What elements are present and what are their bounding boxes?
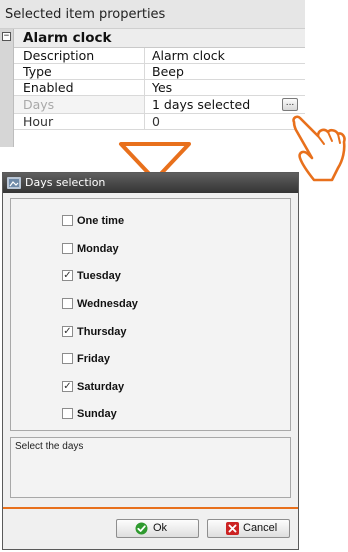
checkbox-saturday[interactable]: ✓ <box>62 381 73 392</box>
separator <box>3 507 298 509</box>
property-key: Enabled <box>23 80 74 95</box>
app-icon <box>7 177 21 189</box>
checkbox-tuesday[interactable]: ✓ <box>62 270 73 281</box>
property-grid: − Alarm clock Description Alarm clock Ty… <box>0 29 305 147</box>
option-label: Friday <box>77 353 111 365</box>
close-icon <box>226 522 239 535</box>
property-row-enabled[interactable]: Enabled Yes <box>14 80 305 96</box>
property-row-type[interactable]: Type Beep <box>14 64 305 80</box>
checkbox-sunday[interactable] <box>62 408 73 419</box>
checkbox-one-time[interactable] <box>62 215 73 226</box>
property-value[interactable]: Beep <box>144 64 184 79</box>
hint-text: Select the days <box>15 441 84 452</box>
property-row-days[interactable]: Days 1 days selected ... <box>14 96 305 114</box>
option-label: Thursday <box>77 326 127 338</box>
dialog-titlebar[interactable]: Days selection <box>3 173 298 193</box>
property-key: Days <box>14 96 144 113</box>
option-label: Wednesday <box>77 298 138 310</box>
panel-title: Selected item properties <box>0 0 305 29</box>
days-options-panel: One time Monday ✓ Tuesday Wednesday ✓ Th… <box>10 198 291 431</box>
property-value[interactable]: 0 <box>144 114 160 129</box>
property-row-hour[interactable]: Hour 0 <box>14 114 305 130</box>
property-key: Description <box>23 48 95 63</box>
option-label: Saturday <box>77 381 125 393</box>
category-row[interactable]: Alarm clock <box>14 29 305 48</box>
checkbox-wednesday[interactable] <box>62 298 73 309</box>
ok-label: Ok <box>153 522 168 534</box>
property-key: Hour <box>23 114 54 129</box>
option-label: Tuesday <box>77 270 121 282</box>
cancel-button[interactable]: Cancel <box>207 519 290 538</box>
dialog-title: Days selection <box>25 176 106 189</box>
option-label: Sunday <box>77 408 117 420</box>
option-label: Monday <box>77 243 119 255</box>
days-selection-dialog: Days selection One time Monday ✓ Tuesday… <box>2 172 299 550</box>
checkbox-thursday[interactable]: ✓ <box>62 326 73 337</box>
cancel-label: Cancel <box>243 522 278 534</box>
description-box: Select the days <box>10 437 291 498</box>
check-icon <box>135 522 148 535</box>
grid-gutter: − <box>0 29 14 147</box>
checkbox-monday[interactable] <box>62 243 73 254</box>
checkbox-friday[interactable] <box>62 353 73 364</box>
option-label: One time <box>77 215 125 227</box>
property-value[interactable]: Yes <box>144 80 172 95</box>
collapse-icon[interactable]: − <box>2 32 11 41</box>
property-row-description[interactable]: Description Alarm clock <box>14 48 305 64</box>
property-key: Type <box>23 64 52 79</box>
property-value[interactable]: Alarm clock <box>144 48 225 63</box>
property-value[interactable]: 1 days selected <box>144 96 250 113</box>
properties-panel: Selected item properties − Alarm clock D… <box>0 0 305 147</box>
ok-button[interactable]: Ok <box>116 519 199 538</box>
